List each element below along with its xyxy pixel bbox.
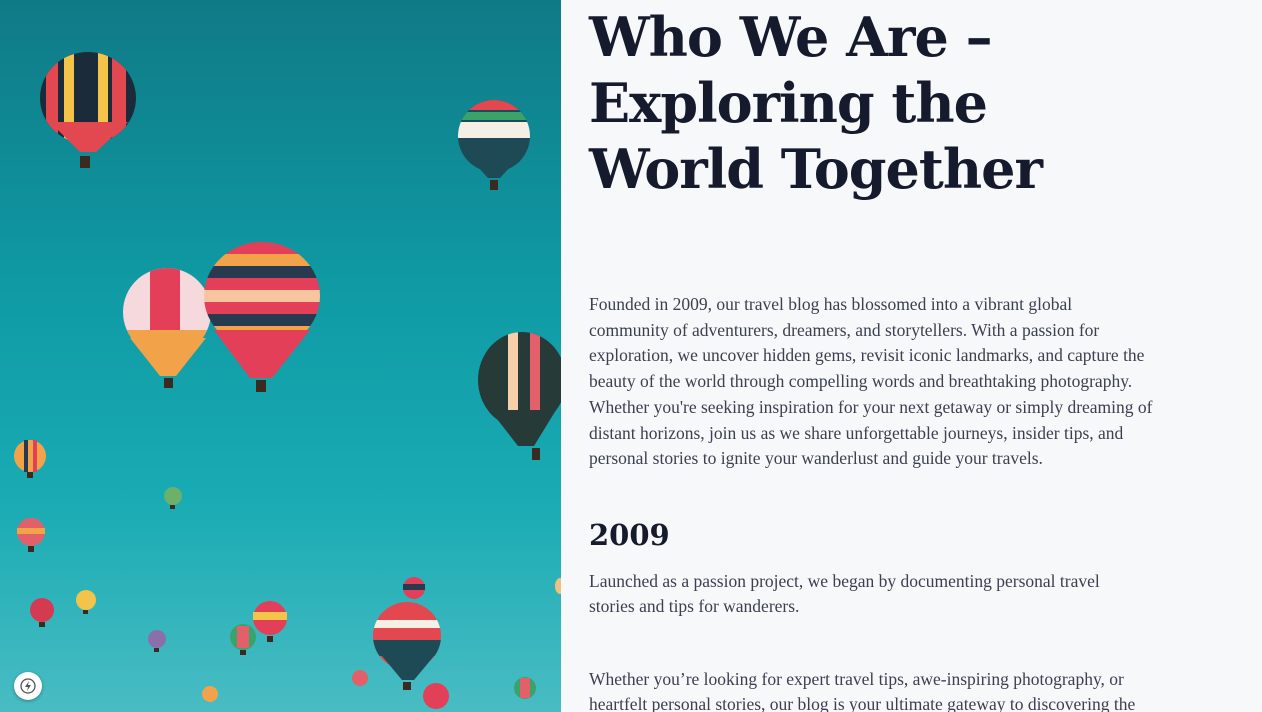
milestone-description: Launched as a passion project, we began …: [589, 571, 1100, 616]
milestone-year: 2009: [589, 518, 670, 552]
balloon: [514, 677, 536, 699]
balloon: [123, 268, 211, 388]
closing-paragraph: Whether you’re looking for expert travel…: [589, 669, 1136, 712]
intro-paragraph: Founded in 2009, our travel blog has blo…: [589, 294, 1153, 469]
balloon: [40, 52, 136, 168]
balloon: [164, 487, 182, 509]
balloon: [230, 624, 256, 655]
balloon: [423, 683, 449, 709]
hero-image: [0, 0, 561, 712]
about-section: Who We Are – Exploring the World Togethe…: [561, 0, 1262, 712]
lightning-bolt-icon: [20, 678, 36, 694]
balloon: [148, 630, 166, 652]
page-title: Who We Are – Exploring the World Togethe…: [589, 5, 1043, 201]
balloon: [373, 602, 441, 690]
balloon: [14, 440, 46, 478]
balloon: [204, 242, 320, 392]
balloon: [30, 598, 54, 627]
balloon: [202, 686, 218, 702]
balloon: [76, 590, 96, 614]
balloon: [17, 518, 45, 552]
lightning-bolt-button[interactable]: [14, 672, 42, 700]
balloon: [352, 670, 368, 686]
balloon: [403, 577, 425, 599]
balloons-illustration: [14, 52, 561, 709]
balloon: [253, 601, 287, 642]
balloon: [478, 332, 561, 460]
balloon: [458, 100, 530, 190]
